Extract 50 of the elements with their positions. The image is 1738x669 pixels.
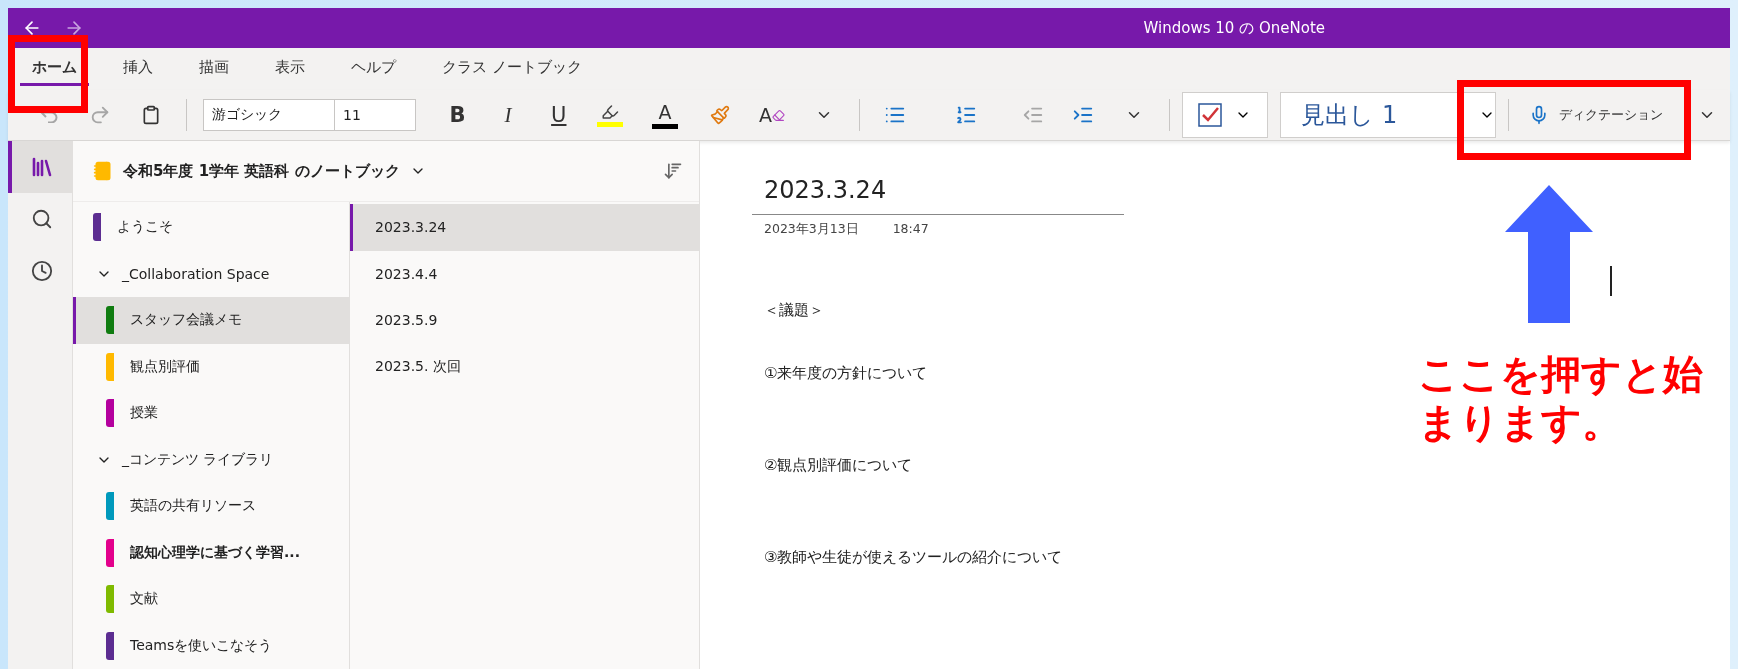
up-arrow-icon	[1505, 185, 1593, 323]
search-icon	[31, 208, 53, 230]
italic-button[interactable]: I	[484, 95, 532, 135]
ribbon-tab[interactable]: 描画	[187, 52, 241, 86]
page-item[interactable]: 2023.5. 次回	[350, 343, 699, 390]
section-item[interactable]: スタッフ会議メモ	[73, 297, 349, 344]
callout-text: ここを押すと始まります。	[1418, 350, 1704, 446]
text-cursor	[1610, 266, 1612, 296]
paintbrush-icon	[710, 105, 731, 125]
tag-dropdown[interactable]	[1182, 92, 1269, 138]
clear-formatting-button[interactable]: A	[747, 95, 797, 135]
page-item[interactable]: 2023.4.4	[350, 250, 699, 297]
section-item[interactable]: Teamsを使いこなそう	[73, 622, 349, 669]
section-group[interactable]: _Collaboration Space	[73, 250, 349, 297]
note-paragraph: ＜議題＞	[764, 301, 824, 320]
notebooks-icon	[30, 155, 54, 179]
ribbon-tab[interactable]: 挿入	[111, 52, 165, 86]
note-paragraph: ②観点別評価について	[764, 456, 913, 475]
dictation-button[interactable]: ディクテーション	[1521, 95, 1672, 135]
notebook-icon	[93, 161, 113, 181]
section-item[interactable]: 観点別評価	[73, 343, 349, 390]
window-title: Windows 10 の OneNote	[1143, 18, 1325, 38]
clock-icon	[31, 260, 53, 282]
underline-button[interactable]: U	[535, 95, 583, 135]
section-item[interactable]: 認知心理学に基づく学習...	[73, 529, 349, 576]
section-item[interactable]: 授業	[73, 390, 349, 437]
section-item[interactable]: 文献	[73, 576, 349, 623]
notebooks-nav-button[interactable]	[8, 141, 72, 193]
bold-button[interactable]: B	[434, 95, 481, 135]
page-item[interactable]: 2023.5.9	[350, 297, 699, 344]
page-item[interactable]: 2023.3.24	[350, 204, 699, 251]
page-title: 2023.3.24	[764, 176, 888, 206]
numbered-list-icon	[954, 104, 977, 126]
color-bar	[651, 124, 678, 129]
highlighter-icon	[600, 103, 619, 121]
note-paragraph: ①来年度の方針について	[764, 364, 928, 383]
style-dropdown[interactable]: 見出し 1	[1280, 92, 1497, 138]
sort-icon[interactable]	[663, 161, 683, 181]
ribbon-tab[interactable]: ヘルプ	[339, 52, 408, 86]
page-time: 18:47	[892, 221, 929, 238]
ribbon-tab[interactable]: 表示	[263, 52, 317, 86]
ribbon-tab[interactable]: ホーム	[20, 52, 89, 86]
color-bar	[596, 122, 623, 127]
section-item[interactable]: 英語の共有リソース	[73, 483, 349, 530]
ribbon-tab[interactable]: クラス ノートブック	[430, 52, 594, 86]
note-paragraph: ③教師や生徒が使えるツールの紹介について	[764, 548, 1063, 567]
section-group[interactable]: _コンテンツ ライブラリ	[73, 436, 349, 483]
page-date: 2023年3月13日	[764, 221, 859, 238]
font-color-button[interactable]: A	[636, 95, 693, 135]
section-item[interactable]: ようこそ	[73, 204, 349, 251]
